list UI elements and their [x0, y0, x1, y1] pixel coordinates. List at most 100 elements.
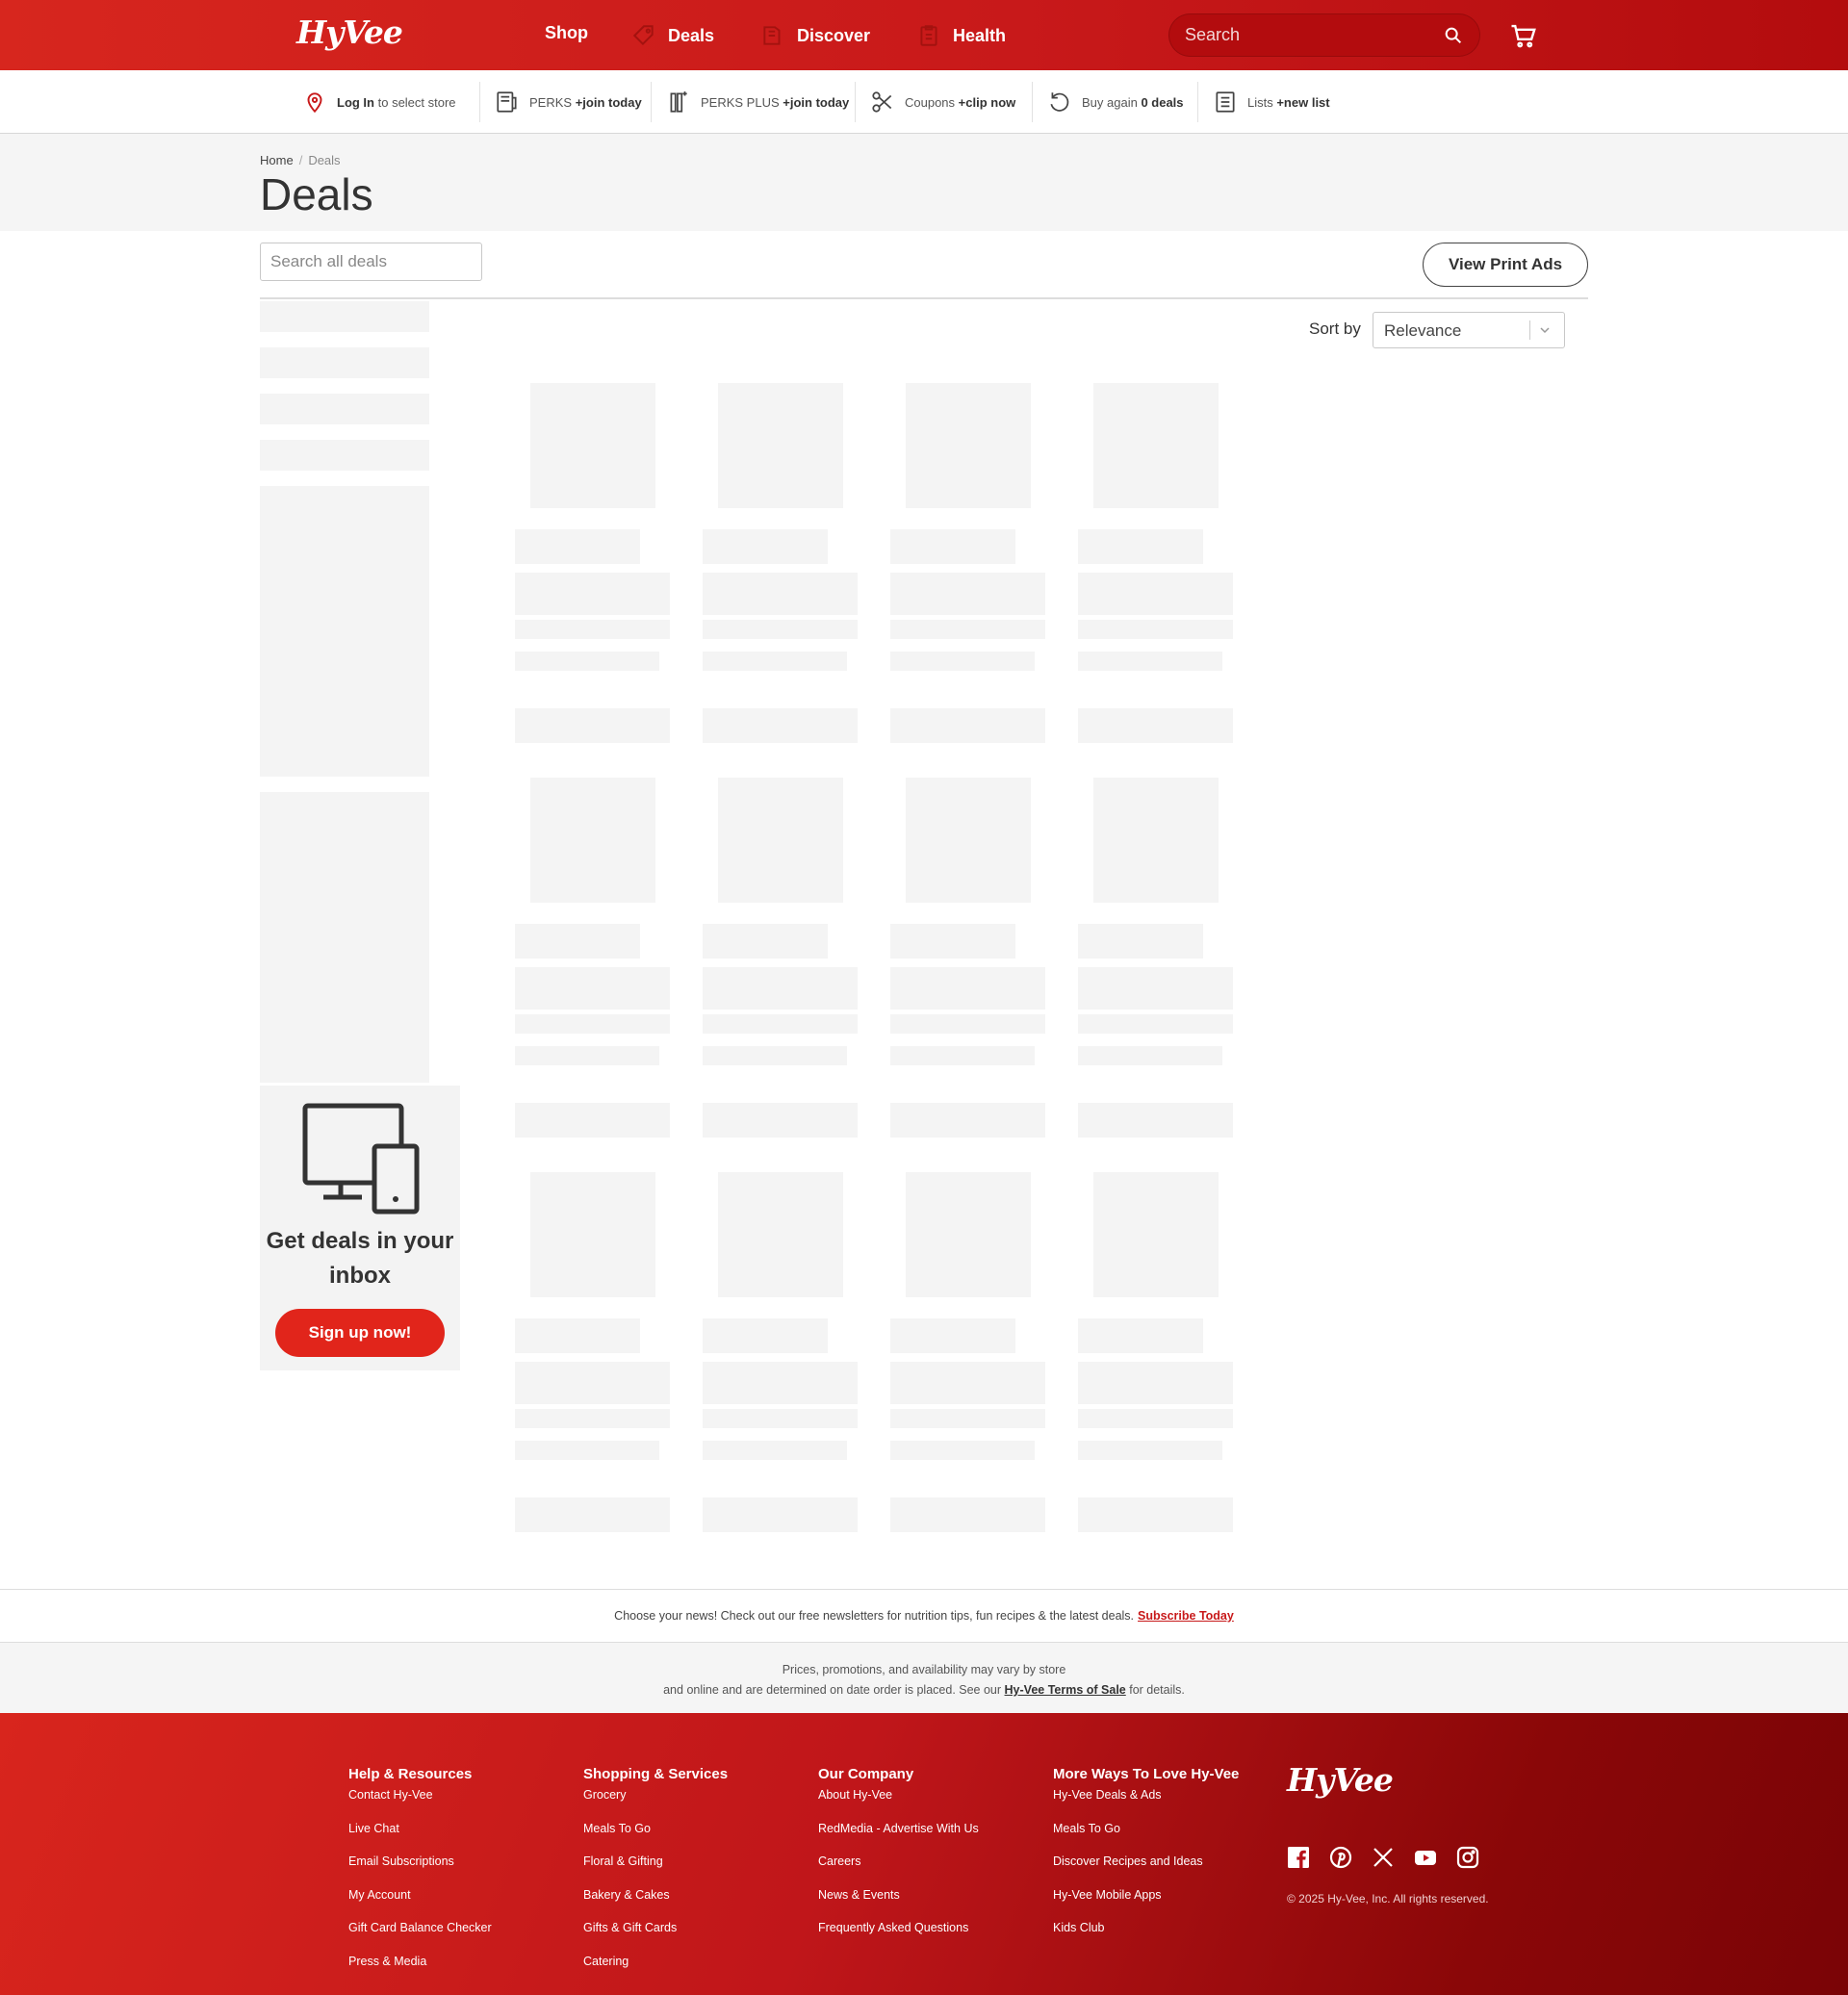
card-subtitle-skeleton [703, 620, 858, 639]
footer-column-company: Our Company About Hy-Vee RedMedia - Adve… [818, 1766, 979, 1951]
instagram-icon[interactable] [1456, 1846, 1479, 1869]
breadcrumb-current: Deals [308, 153, 341, 167]
card-title-skeleton [1078, 1362, 1233, 1404]
perks-join[interactable]: PERKS +join today [495, 70, 642, 134]
footer-link[interactable]: Careers [818, 1851, 979, 1884]
buy-again-count: 0 deals [1141, 94, 1184, 110]
nav-deals[interactable]: Deals [631, 23, 714, 48]
x-icon[interactable] [1372, 1846, 1395, 1869]
perks-plus-action: +join today [783, 94, 850, 110]
pinterest-icon[interactable] [1329, 1846, 1352, 1869]
card-button-skeleton [703, 1497, 858, 1532]
footer-column-more: More Ways To Love Hy-Vee Hy-Vee Deals & … [1053, 1766, 1239, 1951]
nav-health-label: Health [953, 25, 1007, 45]
terms-of-sale-link[interactable]: Hy-Vee Terms of Sale [1005, 1683, 1126, 1697]
filter-panel-skeleton [260, 486, 429, 777]
youtube-icon[interactable] [1414, 1846, 1437, 1869]
footer-link[interactable]: Gifts & Gift Cards [583, 1917, 728, 1951]
disclaimer-line-2-end: for details. [1125, 1683, 1185, 1697]
chevron-down-icon [1540, 327, 1550, 334]
card-price-skeleton [1078, 924, 1203, 959]
card-image-skeleton [906, 1172, 1031, 1297]
card-button-skeleton [890, 1497, 1045, 1532]
buy-again[interactable]: Buy again 0 deals [1047, 70, 1184, 134]
footer-link[interactable]: Kids Club [1053, 1917, 1239, 1951]
utility-divider [1032, 82, 1033, 122]
card-button-skeleton [703, 1103, 858, 1138]
cart-icon[interactable] [1509, 21, 1538, 50]
footer-link[interactable]: Hy-Vee Mobile Apps [1053, 1884, 1239, 1918]
footer-link[interactable]: RedMedia - Advertise With Us [818, 1818, 979, 1852]
utility-bar: Log In to select store PERKS +join today… [0, 70, 1848, 134]
sort-select-divider [1529, 320, 1530, 340]
view-print-ads-button[interactable]: View Print Ads [1423, 243, 1588, 287]
card-title-skeleton [515, 573, 670, 615]
perks-plus-join[interactable]: PERKS PLUS +join today [666, 70, 849, 134]
card-subtitle-skeleton [890, 620, 1045, 639]
hyvee-logo[interactable]: HyVee [296, 13, 403, 51]
deal-search-input[interactable] [260, 243, 482, 281]
breadcrumb-separator: / [298, 153, 303, 167]
sign-up-button[interactable]: Sign up now! [275, 1309, 445, 1357]
card-subtitle-skeleton [703, 1014, 858, 1034]
card-image-skeleton [530, 383, 655, 508]
card-subtitle-skeleton [515, 1014, 670, 1034]
footer-column-title: More Ways To Love Hy-Vee [1053, 1766, 1240, 1782]
site-search-input[interactable] [1185, 14, 1435, 56]
subscribe-link[interactable]: Subscribe Today [1138, 1609, 1234, 1623]
footer-link[interactable]: Meals To Go [1053, 1818, 1239, 1852]
page-header: Home / Deals Deals [0, 134, 1848, 231]
coupons-clip[interactable]: Coupons +clip now [870, 70, 1015, 134]
location-pin-icon [307, 92, 322, 114]
utility-divider [855, 82, 856, 122]
nav-discover[interactable]: Discover [760, 23, 870, 48]
footer-link[interactable]: About Hy-Vee [818, 1784, 979, 1818]
card-title-skeleton [890, 1362, 1045, 1404]
card-price-skeleton [890, 1318, 1015, 1353]
filter-skeleton [260, 440, 429, 471]
breadcrumb: Home / Deals [260, 153, 341, 167]
footer-link[interactable]: Hy-Vee Deals & Ads [1053, 1784, 1239, 1818]
footer-link[interactable]: News & Events [818, 1884, 979, 1918]
footer-logo[interactable]: HyVee [1287, 1761, 1394, 1799]
card-title-skeleton [1078, 967, 1233, 1010]
card-detail-skeleton [890, 652, 1035, 671]
perks-label: PERKS [529, 94, 576, 110]
footer-link[interactable]: Contact Hy-Vee [348, 1784, 492, 1818]
footer-link[interactable]: Grocery [583, 1784, 728, 1818]
footer-link[interactable]: Catering [583, 1951, 728, 1984]
card-price-skeleton [890, 924, 1015, 959]
footer-link[interactable]: Meals To Go [583, 1818, 728, 1852]
card-button-skeleton [1078, 1103, 1233, 1138]
sort-select[interactable]: Relevance [1373, 312, 1565, 348]
footer-link[interactable]: Press & Media [348, 1951, 492, 1984]
perks-plus-label: PERKS PLUS [701, 94, 783, 110]
disclaimer-line-1: Prices, promotions, and availability may… [782, 1663, 1066, 1676]
card-image-skeleton [530, 778, 655, 903]
footer-link[interactable]: Gift Card Balance Checker [348, 1917, 492, 1951]
footer-link[interactable]: Discover Recipes and Ideas [1053, 1851, 1239, 1884]
login-select-store[interactable]: Log In to select store [302, 70, 456, 134]
search-icon[interactable] [1443, 25, 1464, 46]
footer-link[interactable]: Live Chat [348, 1818, 492, 1852]
newsletter-text: Choose your news! Check out our free new… [614, 1609, 1135, 1623]
card-button-skeleton [1078, 1497, 1233, 1532]
footer-link[interactable]: My Account [348, 1884, 492, 1918]
footer-link[interactable]: Floral & Gifting [583, 1851, 728, 1884]
nav-health[interactable]: Health [916, 23, 1006, 48]
card-detail-skeleton [1078, 1046, 1222, 1065]
card-subtitle-skeleton [1078, 1409, 1233, 1428]
footer-column-title: Our Company [818, 1766, 914, 1782]
nav-shop[interactable]: Shop [545, 23, 588, 43]
breadcrumb-home[interactable]: Home [260, 153, 294, 167]
footer-link[interactable]: Bakery & Cakes [583, 1884, 728, 1918]
lists-new[interactable]: Lists +new list [1213, 70, 1330, 134]
facebook-icon[interactable] [1287, 1846, 1310, 1869]
card-image-skeleton [906, 383, 1031, 508]
footer-link[interactable]: Frequently Asked Questions [818, 1917, 979, 1951]
card-detail-skeleton [703, 1046, 847, 1065]
card-title-skeleton [1078, 573, 1233, 615]
footer-link[interactable]: Email Subscriptions [348, 1851, 492, 1884]
footer-column-help: Help & Resources Contact Hy-Vee Live Cha… [348, 1766, 492, 1983]
footer-column-title: Shopping & Services [583, 1766, 729, 1782]
